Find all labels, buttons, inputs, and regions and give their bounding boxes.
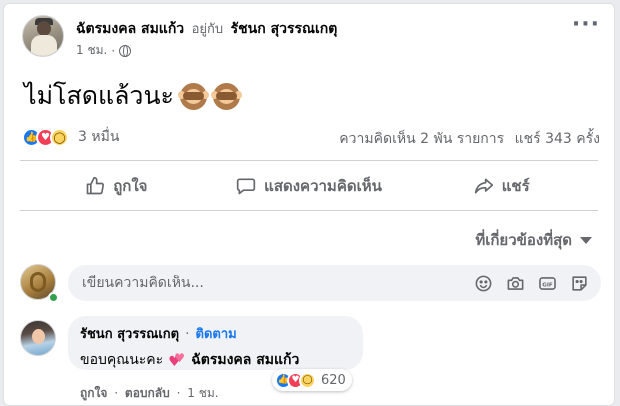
sticker-icon[interactable] [569, 273, 589, 293]
two-hearts-icon [168, 351, 186, 369]
comment-time[interactable]: 1 ชม. [187, 386, 218, 400]
gif-icon[interactable]: GIF [537, 273, 557, 293]
avatar-head [37, 21, 51, 36]
sort-label: ที่เกี่ยวข้องที่สุด [475, 231, 572, 249]
comment-reaction-summary[interactable]: 👍 ♥ ◯ 620 [272, 369, 352, 391]
comment-body: ขอบคุณนะคะ [80, 352, 164, 368]
commenter-name[interactable]: รัชนก สุวรรณเกตุ [80, 327, 179, 342]
like-button[interactable]: ถูกใจ [20, 166, 213, 206]
post-meta: 1 ชม. · [76, 41, 132, 60]
haha-reaction-icon: ◯ [299, 371, 316, 389]
divider [20, 210, 598, 211]
avatar-body [31, 35, 57, 56]
post-text: ไม่โสดแล้วนะ [24, 76, 242, 116]
post-body: ไม่โสดแล้วนะ [24, 81, 174, 110]
see-no-evil-monkey-icon [177, 82, 209, 110]
comment-mention[interactable]: ฉัตรมงคล สมแก้ว [191, 349, 299, 371]
comment-action-separator: · [114, 386, 119, 400]
comment-reply-link[interactable]: ตอบกลับ [125, 386, 170, 400]
wow-reaction-icon: ◯ [50, 127, 69, 147]
author-avatar[interactable] [22, 15, 64, 57]
comment-label: แสดงความคิดเห็น [264, 177, 382, 195]
comment-actions: ถูกใจ · ตอบกลับ · 1 ชม. [80, 384, 219, 403]
caret-down-icon [580, 236, 592, 244]
post-card: ฉัตรมงคล สมแก้ว อยู่กับ รัชนก สุวรรณเกตุ… [3, 3, 615, 406]
comment-input[interactable] [82, 275, 442, 291]
reaction-summary[interactable]: 👍 ♥ ◯ 3 หมื่น [22, 126, 119, 148]
comment-sort-dropdown[interactable]: ที่เกี่ยวข้องที่สุด [475, 228, 592, 252]
meta-separator: · [111, 43, 116, 58]
more-options-button[interactable]: ··· [572, 14, 600, 36]
commenter-avatar[interactable] [20, 320, 56, 356]
comment-bubble: รัชนก สุวรรณเกตุ · ติดตาม ขอบคุณนะคะ ฉัต… [68, 316, 363, 370]
online-status-dot [48, 292, 59, 303]
globe-icon[interactable] [119, 44, 132, 57]
comment-reaction-count: 620 [321, 372, 346, 388]
author-name[interactable]: ฉัตรมงคล สมแก้ว [76, 21, 184, 37]
follow-link[interactable]: ติดตาม [196, 327, 237, 342]
comment-header: รัชนก สุวรรณเกตุ · ติดตาม [80, 323, 351, 344]
emoji-icon[interactable] [473, 273, 493, 293]
with-label: อยู่กับ [191, 22, 224, 37]
share-label: แชร์ [501, 177, 530, 195]
action-bar: ถูกใจ แสดงความคิดเห็น แชร์ [20, 166, 598, 206]
composer-tools: GIF [473, 273, 589, 293]
post-stats: ความคิดเห็น 2 พัน รายการ แชร์ 343 ครั้ง [333, 128, 600, 150]
comment-text: ขอบคุณนะคะ ฉัตรมงคล สมแก้ว [80, 349, 351, 371]
tagged-user[interactable]: รัชนก สุวรรณเกตุ [231, 21, 338, 37]
author-line: ฉัตรมงคล สมแก้ว อยู่กับ รัชนก สุวรรณเกตุ [76, 18, 337, 40]
post-time[interactable]: 1 ชม. [76, 41, 107, 60]
comment-action-separator: · [176, 386, 181, 400]
comments-count[interactable]: ความคิดเห็น 2 พัน รายการ [339, 131, 504, 147]
divider [20, 160, 598, 161]
comment-separator: · [185, 327, 190, 342]
share-arrow-icon [474, 178, 493, 194]
thumbs-up-icon [86, 176, 105, 195]
share-button[interactable]: แชร์ [405, 166, 598, 206]
comment-button[interactable]: แสดงความคิดเห็น [213, 166, 406, 206]
comment-bubble-icon [236, 178, 256, 195]
svg-text:GIF: GIF [542, 282, 553, 288]
camera-icon[interactable] [505, 273, 525, 293]
see-no-evil-monkey-icon [210, 82, 242, 110]
like-label: ถูกใจ [113, 177, 148, 195]
reaction-count[interactable]: 3 หมื่น [78, 126, 119, 148]
comment-like-link[interactable]: ถูกใจ [80, 386, 107, 400]
comment-composer[interactable]: GIF [68, 265, 601, 301]
shares-count[interactable]: แชร์ 343 ครั้ง [515, 131, 600, 147]
